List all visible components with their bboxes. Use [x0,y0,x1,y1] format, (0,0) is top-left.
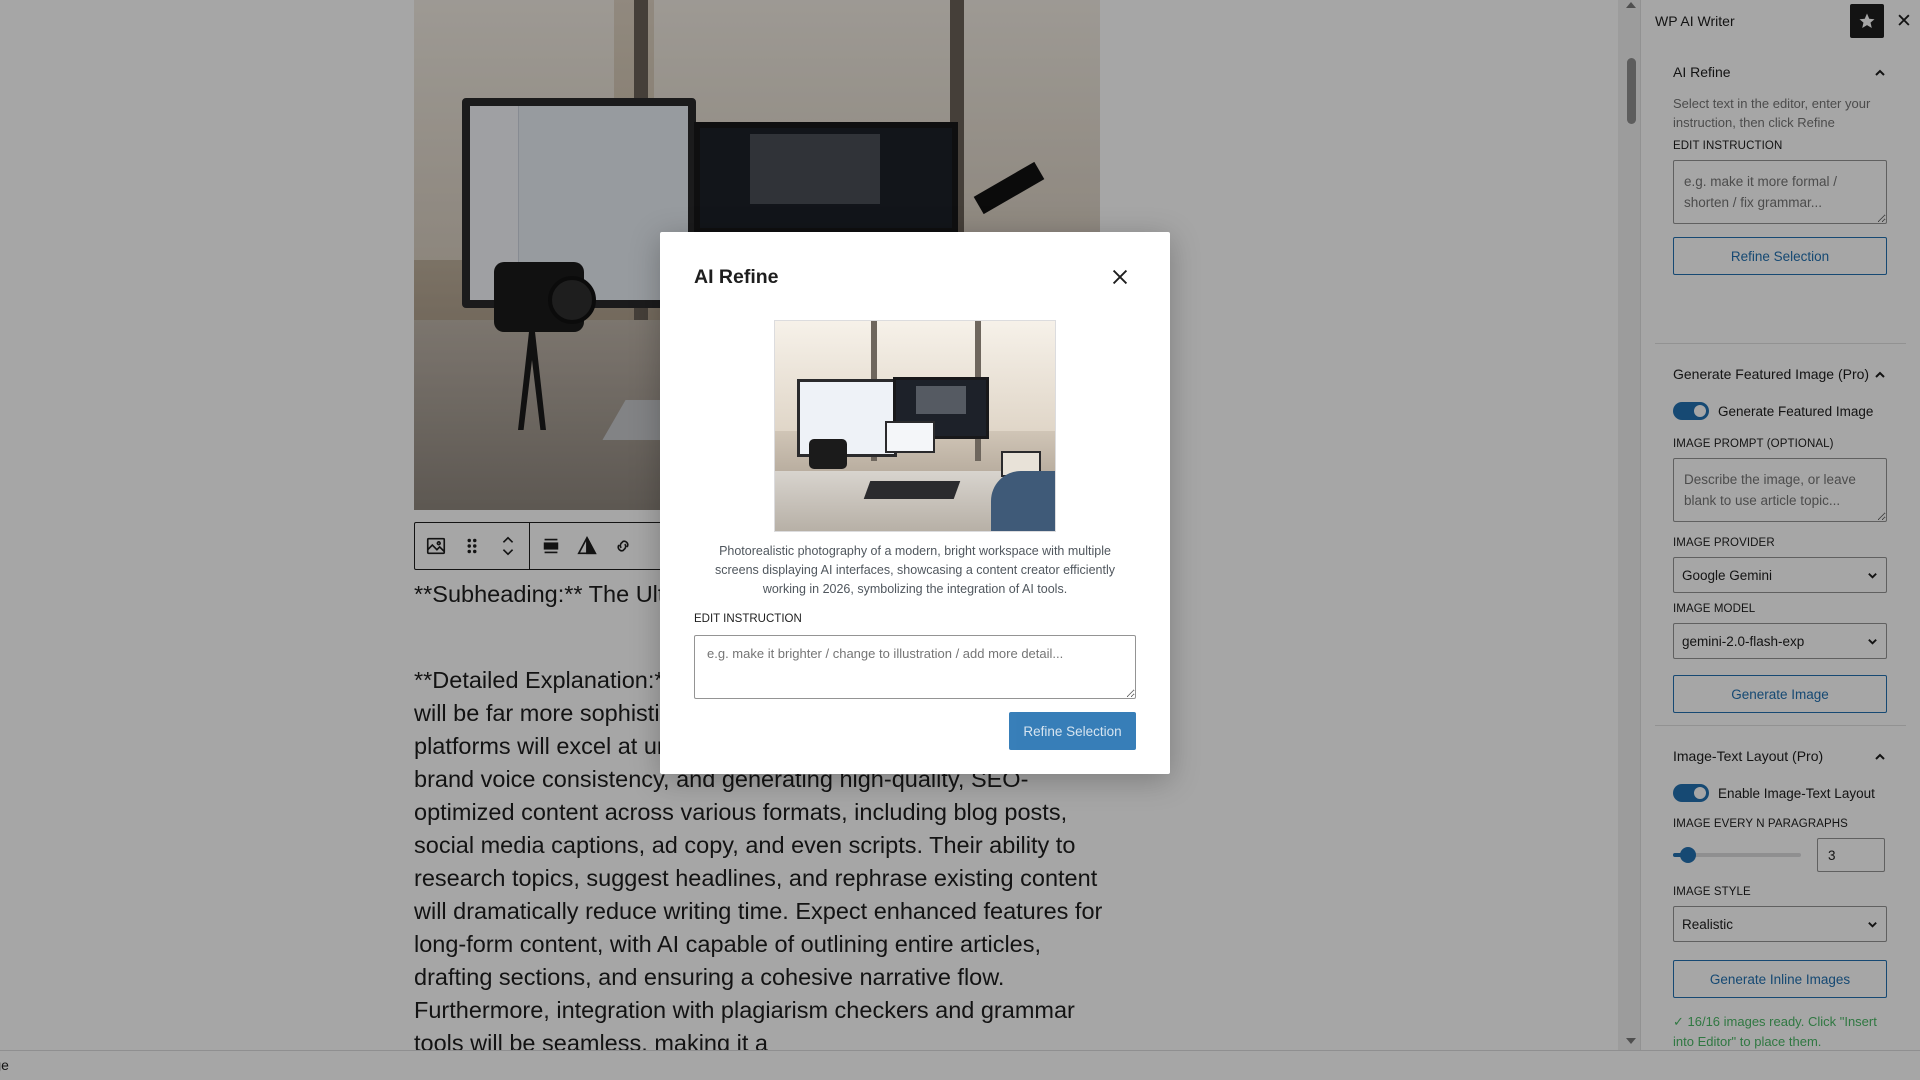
modal-header: AI Refine [694,232,1136,322]
close-icon [1112,269,1128,285]
generated-image-preview [774,320,1056,532]
photo-person-arm [991,471,1055,531]
close-modal-button[interactable] [1104,261,1136,293]
ai-refine-modal: AI Refine Photorealistic photography of … [660,232,1170,774]
photo-tablet [885,421,935,453]
image-caption: Photorealistic photography of a modern, … [715,544,1115,596]
modal-title: AI Refine [694,265,779,288]
photo-camera [809,439,847,469]
field-label: EDIT INSTRUCTION [694,613,802,625]
modal-refine-selection-button[interactable]: Refine Selection [1009,712,1136,750]
photo-keyboard [863,481,961,499]
button-label: Refine Selection [1023,723,1122,739]
modal-actions: Refine Selection [694,712,1136,750]
image-edit-instruction-input[interactable] [694,635,1136,699]
